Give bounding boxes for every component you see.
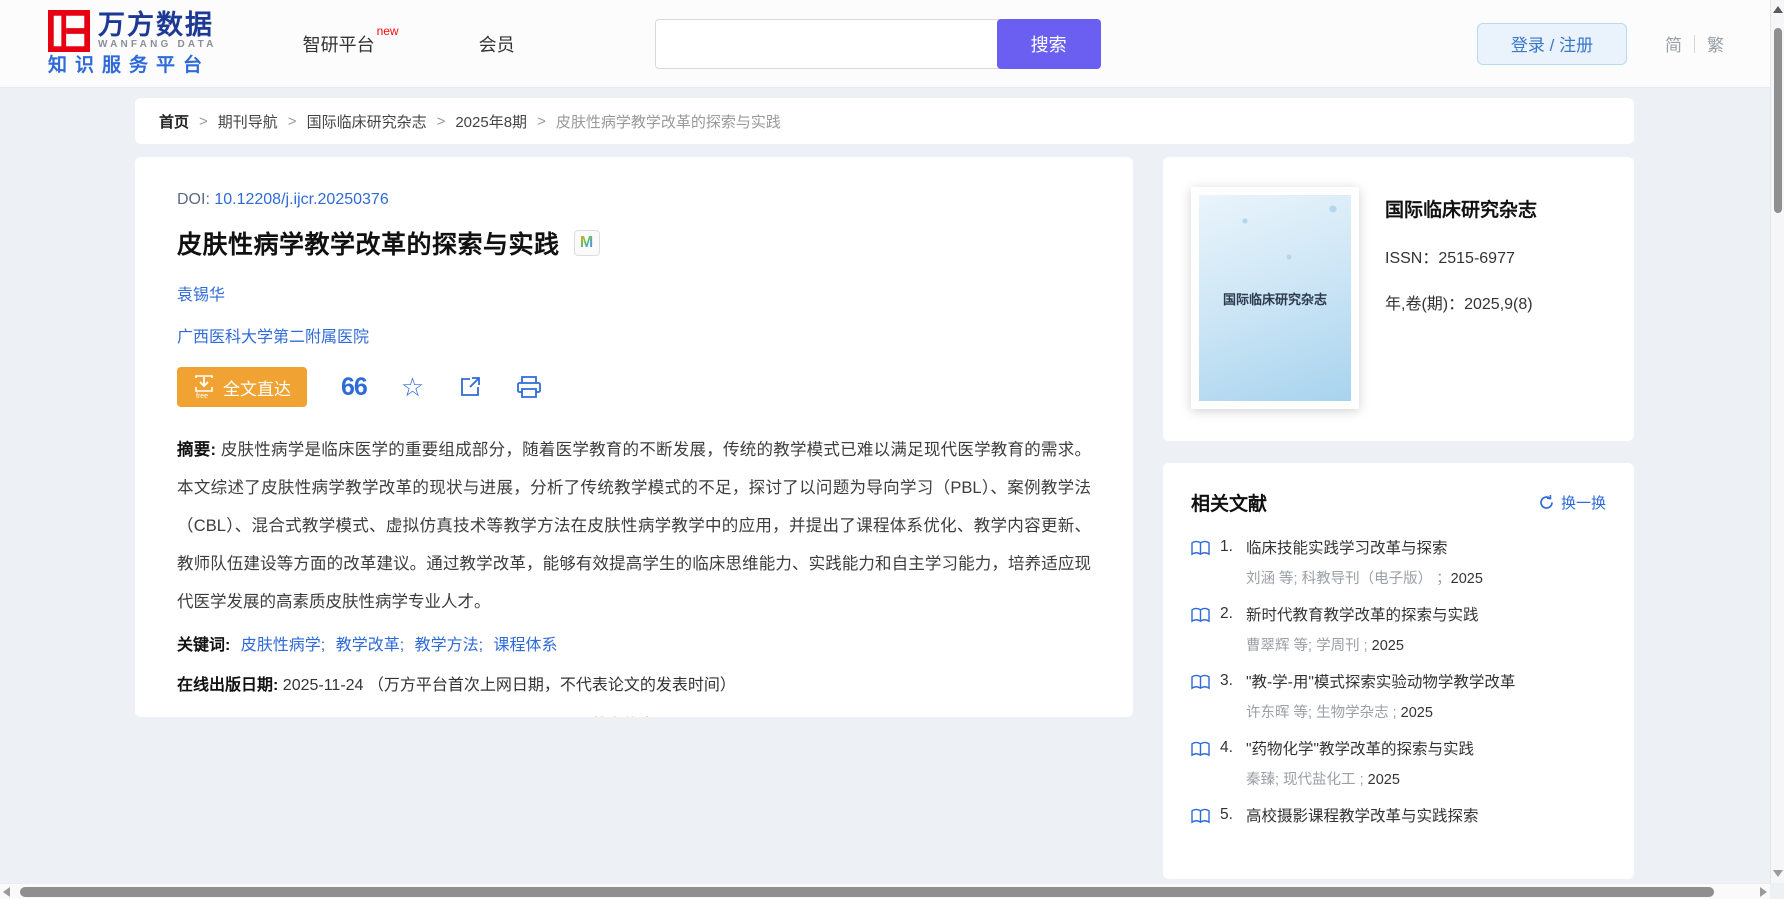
free-download-icon: free bbox=[195, 375, 213, 399]
journal-issn: ISSN：2515-6977 bbox=[1385, 250, 1515, 267]
abstract-label: 摘要: bbox=[177, 441, 216, 459]
horizontal-scrollbar-thumb[interactable] bbox=[20, 887, 1714, 897]
publish-date-line: 在线出版日期: 2025-11-24 （万方平台首次上网日期，不代表论文的发表时… bbox=[177, 671, 1091, 695]
related-item: 4. "药物化学"教学改革的探索与实践 秦臻; 现代盐化工 ; 2025 bbox=[1191, 739, 1606, 789]
related-item: 2. 新时代教育教学改革的探索与实践 曹翠辉 等; 学周刊 ; 2025 bbox=[1191, 605, 1606, 655]
header-right: 登录 / 注册 简 繁 bbox=[1477, 22, 1724, 65]
related-item-title[interactable]: 临床技能实践学习改革与探索 bbox=[1246, 538, 1448, 559]
refresh-related-button[interactable]: 换一换 bbox=[1538, 492, 1606, 513]
lang-simplified[interactable]: 简 bbox=[1665, 31, 1682, 56]
affiliation-line: 广西医科大学第二附属医院 bbox=[177, 323, 1091, 347]
publish-date-value: 2025-11-24 bbox=[282, 677, 364, 694]
breadcrumb-journal-nav[interactable]: 期刊导航 bbox=[218, 111, 278, 132]
doi-link[interactable]: 10.12208/j.ijcr.20250376 bbox=[214, 191, 388, 208]
related-item: 5. 高校摄影课程教学改革与实践探索 bbox=[1191, 806, 1606, 827]
new-badge: new bbox=[376, 23, 399, 38]
article-card: DOI: 10.12208/j.ijcr.20250376 皮肤性病学教学改革的… bbox=[135, 157, 1133, 717]
scroll-right-arrow[interactable] bbox=[1760, 887, 1767, 897]
brand-name-en: WANFANG DATA bbox=[98, 39, 217, 50]
keyword-link[interactable]: 教学方法; bbox=[415, 637, 483, 654]
related-title: 相关文献 bbox=[1191, 494, 1268, 515]
horizontal-scrollbar[interactable] bbox=[0, 883, 1770, 899]
journal-cover-title: 国际临床研究杂志 bbox=[1222, 291, 1327, 307]
nav-item-member[interactable]: 会员 bbox=[479, 31, 515, 57]
metrics-badge[interactable]: M bbox=[573, 230, 600, 256]
scroll-down-arrow[interactable] bbox=[1773, 870, 1783, 877]
vertical-scrollbar[interactable] bbox=[1770, 0, 1784, 883]
affiliation-link[interactable]: 广西医科大学第二附属医院 bbox=[177, 329, 369, 346]
book-icon bbox=[1191, 540, 1210, 556]
side-column: 国际临床研究杂志 国际临床研究杂志 ISSN：2515-6977 年,卷(期)：… bbox=[1163, 157, 1634, 879]
main-nav: 智研平台new 会员 bbox=[303, 24, 515, 57]
vertical-scrollbar-thumb[interactable] bbox=[1774, 28, 1782, 213]
lang-divider bbox=[1694, 34, 1695, 53]
wanfang-logo-icon bbox=[48, 10, 90, 52]
scroll-up-arrow[interactable] bbox=[1773, 6, 1783, 13]
keywords-label: 关键词: bbox=[177, 637, 231, 654]
publish-date-label: 在线出版日期: bbox=[177, 677, 279, 694]
journal-cover[interactable]: 国际临床研究杂志 bbox=[1191, 187, 1359, 409]
keyword-link[interactable]: 课程体系 bbox=[494, 637, 558, 654]
breadcrumb-current: 皮肤性病学教学改革的探索与实践 bbox=[555, 113, 781, 131]
book-icon bbox=[1191, 607, 1210, 623]
journal-name-link[interactable]: 国际临床研究杂志 bbox=[1385, 195, 1537, 222]
wanfang-logo[interactable]: 万方数据 WANFANG DATA 知识服务平台 bbox=[48, 10, 217, 77]
search-bar: 搜索 bbox=[654, 18, 1101, 69]
citation-icon[interactable]: 66 bbox=[341, 375, 368, 400]
svg-text:free: free bbox=[196, 393, 208, 399]
book-icon bbox=[1191, 674, 1210, 690]
journal-volume: 年,卷(期)：2025,9(8) bbox=[1385, 296, 1533, 313]
favorite-star-icon[interactable]: ☆ bbox=[401, 374, 424, 400]
english-info-toggle[interactable]: 英文信息 bbox=[177, 711, 1091, 717]
login-register-button[interactable]: 登录 / 注册 bbox=[1477, 22, 1627, 65]
book-icon bbox=[1191, 741, 1210, 757]
search-button[interactable]: 搜索 bbox=[996, 18, 1101, 69]
related-list: 1. 临床技能实践学习改革与探索 刘涵 等; 科教导刊（电子版） ；2025 2… bbox=[1191, 538, 1606, 827]
scroll-left-arrow[interactable] bbox=[3, 887, 10, 897]
brand-tagline: 知识服务平台 bbox=[48, 55, 211, 76]
doi-line: DOI: 10.12208/j.ijcr.20250376 bbox=[177, 191, 389, 208]
language-toggle: 简 繁 bbox=[1665, 31, 1724, 56]
breadcrumb-issue[interactable]: 2025年8期 bbox=[455, 111, 527, 132]
brand-name-cn: 万方数据 bbox=[98, 10, 214, 40]
fulltext-button[interactable]: free 全文直达 bbox=[177, 367, 307, 407]
author-line: 袁锡华 bbox=[177, 281, 1091, 305]
keyword-link[interactable]: 教学改革; bbox=[336, 637, 404, 654]
book-icon bbox=[1191, 808, 1210, 824]
header: 万方数据 WANFANG DATA 知识服务平台 智研平台new 会员 搜索 登… bbox=[0, 0, 1784, 88]
article-title: 皮肤性病学教学改革的探索与实践 bbox=[177, 231, 560, 259]
keyword-link[interactable]: 皮肤性病学; bbox=[241, 637, 325, 654]
share-icon[interactable] bbox=[458, 375, 482, 399]
print-icon[interactable] bbox=[516, 375, 542, 399]
refresh-icon bbox=[1540, 494, 1553, 509]
related-literature-card: 相关文献 换一换 1. 临床技能实践学习改革与探索 刘涵 等; 科教导刊（电子版… bbox=[1163, 463, 1634, 879]
keywords-line: 关键词: 皮肤性病学; 教学改革; 教学方法; 课程体系 bbox=[177, 631, 1091, 655]
lang-traditional[interactable]: 繁 bbox=[1707, 31, 1724, 56]
abstract: 摘要: 皮肤性病学是临床医学的重要组成部分，随着医学教育的不断发展，传统的教学模… bbox=[177, 441, 1092, 611]
breadcrumb-home[interactable]: 首页 bbox=[159, 111, 189, 132]
journal-card: 国际临床研究杂志 国际临床研究杂志 ISSN：2515-6977 年,卷(期)：… bbox=[1163, 157, 1634, 441]
related-item-title[interactable]: "教-学-用"模式探索实验动物学教学改革 bbox=[1246, 672, 1515, 693]
nav-item-zhiyan[interactable]: 智研平台new bbox=[303, 24, 399, 57]
publish-date-note: （万方平台首次上网日期，不代表论文的发表时间） bbox=[367, 677, 736, 694]
search-input[interactable] bbox=[654, 18, 999, 69]
breadcrumb-journal[interactable]: 国际临床研究杂志 bbox=[307, 111, 427, 132]
breadcrumb: 首页 > 期刊导航 > 国际临床研究杂志 > 2025年8期 > 皮肤性病学教学… bbox=[135, 98, 1634, 144]
related-item: 1. 临床技能实践学习改革与探索 刘涵 等; 科教导刊（电子版） ；2025 bbox=[1191, 538, 1606, 588]
related-item: 3. "教-学-用"模式探索实验动物学教学改革 许东晖 等; 生物学杂志 ; 2… bbox=[1191, 672, 1606, 722]
related-item-title[interactable]: 高校摄影课程教学改革与实践探索 bbox=[1246, 806, 1479, 827]
related-item-title[interactable]: "药物化学"教学改革的探索与实践 bbox=[1246, 739, 1474, 760]
article-toolbar: free 全文直达 66 ☆ bbox=[177, 367, 1091, 407]
related-item-title[interactable]: 新时代教育教学改革的探索与实践 bbox=[1246, 605, 1479, 626]
content-container: 首页 > 期刊导航 > 国际临床研究杂志 > 2025年8期 > 皮肤性病学教学… bbox=[135, 98, 1634, 879]
author-link[interactable]: 袁锡华 bbox=[177, 287, 225, 304]
